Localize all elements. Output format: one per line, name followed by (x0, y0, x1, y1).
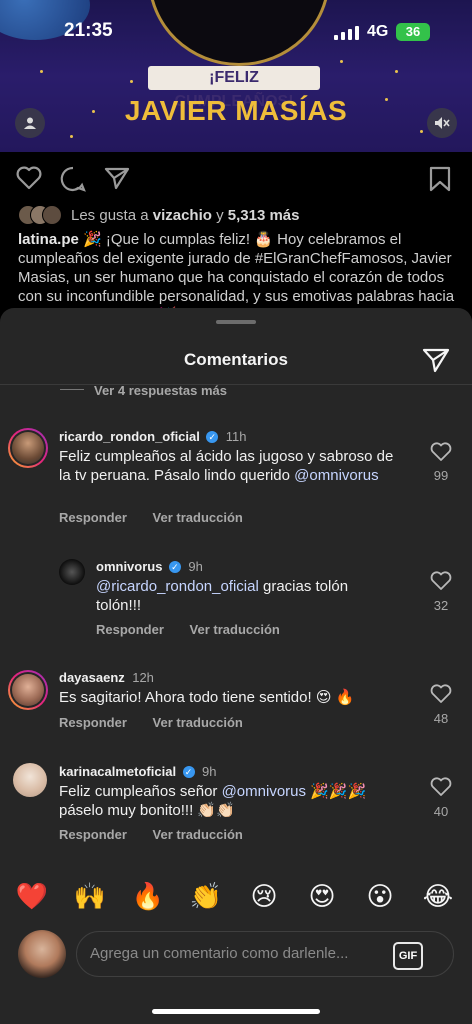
comment-header: omnivorus ✓ 9h (96, 558, 203, 576)
emoji-raised-hands[interactable]: 🙌 (72, 878, 108, 914)
avatar[interactable] (13, 763, 47, 797)
comment-header: dayasaenz 12h (59, 669, 154, 687)
avatar[interactable] (8, 428, 48, 468)
reply-button[interactable]: Responder (59, 827, 127, 842)
avatar[interactable] (8, 670, 48, 710)
emoji-surprised[interactable]: 😮 (362, 878, 398, 914)
avatar[interactable] (59, 559, 85, 585)
replies-line (60, 389, 84, 390)
comment-time: 9h (188, 559, 203, 574)
comment-header: karinacalmetoficial ✓ 9h (59, 763, 216, 781)
signal-icon (334, 26, 359, 40)
battery-indicator: 36 (396, 23, 430, 41)
comment-username[interactable]: omnivorus (96, 559, 162, 574)
emoji-clap[interactable]: 👏 (188, 878, 224, 914)
comment-username[interactable]: karinacalmetoficial (59, 764, 176, 779)
comment-actions: Responder Ver traducción (59, 510, 265, 525)
view-more-replies[interactable]: Ver 4 respuestas más (94, 383, 227, 398)
comment-time: 12h (132, 670, 154, 685)
comment-like-icon[interactable] (430, 684, 452, 704)
current-user-avatar (18, 930, 66, 978)
caption-username[interactable]: latina.pe (18, 231, 79, 248)
reply-button[interactable]: Responder (59, 715, 127, 730)
sheet-grabber[interactable] (216, 320, 256, 324)
verified-badge-icon: ✓ (182, 765, 195, 778)
mute-icon[interactable] (427, 108, 457, 138)
comment-header: ricardo_rondon_oficial ✓ 11h (59, 428, 247, 446)
comment-like-icon[interactable] (430, 777, 452, 797)
comment-text: @ricardo_rondon_oficial gracias tolón to… (96, 578, 349, 614)
comment-actions: Responder Ver traducción (96, 622, 302, 637)
comment-text: Feliz cumpleaños señor @omnivorus 🎉🎉🎉 pá… (59, 783, 367, 819)
save-bookmark-icon[interactable] (429, 166, 451, 192)
emoji-laughing[interactable]: 😂 (420, 878, 456, 914)
comment-time: 9h (201, 764, 217, 779)
likes-summary[interactable]: Les gusta a vizachio y 5,313 más (71, 207, 300, 224)
comment-text: Feliz cumpleaños al ácido las jugoso y s… (59, 448, 394, 484)
gif-button[interactable]: GIF (393, 942, 423, 970)
tagged-user-icon[interactable] (15, 108, 45, 138)
reply-button[interactable]: Responder (59, 510, 127, 525)
emoji-heart-eyes[interactable]: 😍 (304, 878, 340, 914)
sheet-title: Comentarios (184, 350, 288, 369)
home-indicator (152, 1009, 320, 1014)
comment-icon[interactable] (60, 166, 86, 192)
comment-text: Es sagitario! Ahora todo tiene sentido! … (59, 689, 355, 706)
comment-like-count: 40 (433, 804, 449, 819)
comment-like-icon[interactable] (430, 442, 452, 462)
mention-link[interactable]: @ricardo_rondon_oficial (96, 578, 259, 595)
emoji-fire[interactable]: 🔥 (130, 878, 166, 914)
like-heart-icon[interactable] (16, 166, 42, 190)
likers-avatars (18, 205, 68, 225)
comment-actions: Responder Ver traducción (59, 827, 265, 842)
translate-button[interactable]: Ver traducción (153, 510, 243, 525)
translate-button[interactable]: Ver traducción (190, 622, 280, 637)
comment-username[interactable]: dayasaenz (59, 670, 125, 685)
comment-like-count: 48 (433, 711, 449, 726)
verified-badge-icon: ✓ (206, 430, 219, 443)
translate-button[interactable]: Ver traducción (153, 827, 243, 842)
send-icon[interactable] (422, 347, 450, 373)
mention-link[interactable]: @omnivorus (222, 783, 306, 800)
comment-actions: Responder Ver traducción (59, 715, 265, 730)
birthday-name: JAVIER MASÍAS (124, 95, 348, 126)
emoji-crying[interactable]: 😢 (246, 878, 282, 914)
sheet-divider (0, 384, 472, 385)
network-label: 4G (367, 23, 389, 40)
birthday-banner: ¡FELIZ CUMPLEAÑOS! (148, 66, 320, 110)
emoji-heart[interactable]: ❤️ (14, 878, 50, 914)
comment-like-count: 32 (433, 598, 449, 613)
comment-like-icon[interactable] (430, 571, 452, 591)
comment-time: 11h (225, 429, 247, 444)
verified-badge-icon: ✓ (168, 560, 181, 573)
reply-button[interactable]: Responder (96, 622, 164, 637)
comment-like-count: 99 (433, 468, 449, 483)
emoji-quick-bar: ❤️ 🙌 🔥 👏 😢 😍 😮 😂 (0, 878, 472, 918)
share-icon[interactable] (104, 166, 130, 190)
portrait-frame (148, 0, 330, 66)
comment-username[interactable]: ricardo_rondon_oficial (59, 429, 200, 444)
status-time: 21:35 (64, 20, 113, 41)
translate-button[interactable]: Ver traducción (153, 715, 243, 730)
comment-input-placeholder: Agrega un comentario como darlenle... (90, 945, 349, 962)
mention-link[interactable]: @omnivorus (294, 467, 378, 484)
